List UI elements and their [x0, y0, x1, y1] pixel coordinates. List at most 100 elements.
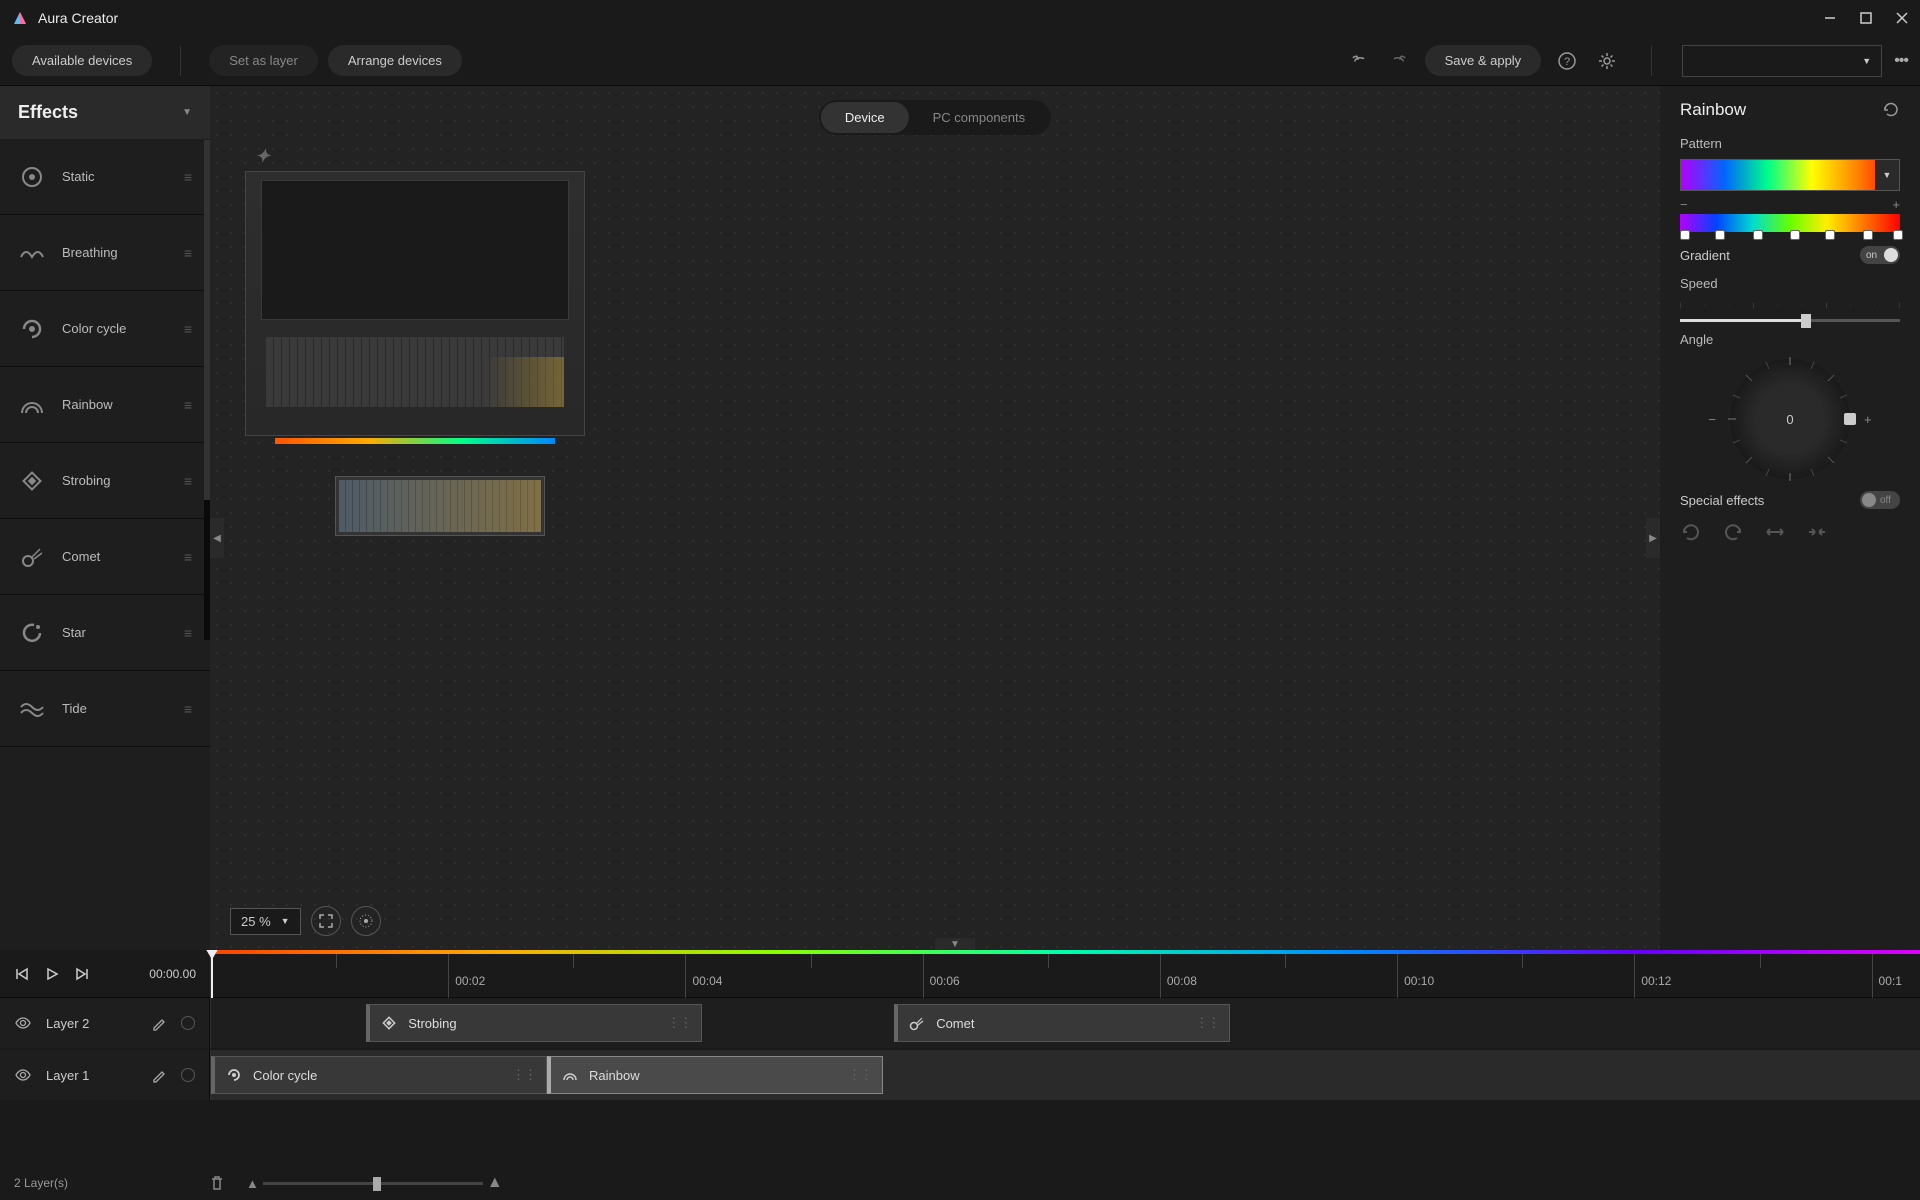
pattern-label: Pattern — [1680, 136, 1900, 151]
tab-device[interactable]: Device — [821, 102, 909, 133]
save-apply-button[interactable]: Save & apply — [1425, 45, 1542, 76]
effect-label: Color cycle — [62, 321, 184, 336]
pattern-select[interactable] — [1680, 159, 1900, 191]
gradient-editor[interactable] — [1680, 214, 1900, 232]
zoom-value: 25 % — [241, 914, 271, 929]
settings-icon[interactable] — [1593, 47, 1621, 75]
view-tabs: Device PC components — [819, 100, 1051, 135]
visibility-icon[interactable] — [14, 1066, 32, 1084]
zoom-in-icon[interactable]: ▲ — [487, 1174, 503, 1192]
effect-comet[interactable]: Comet ≡ — [0, 519, 210, 595]
effect-tide[interactable]: Tide ≡ — [0, 671, 210, 747]
layer-name: Layer 2 — [46, 1016, 137, 1031]
timeline-time: 00:00.00 — [149, 967, 196, 981]
color-cycle-icon — [18, 315, 46, 343]
clip-name: Rainbow — [589, 1068, 640, 1083]
speed-slider[interactable]: |··|··|··| — [1680, 319, 1900, 322]
arrange-devices-button[interactable]: Arrange devices — [328, 45, 462, 76]
collapse-bottom-icon[interactable]: ▼ — [935, 938, 975, 950]
help-icon[interactable]: ? — [1553, 47, 1581, 75]
plus-icon[interactable]: + — [1892, 197, 1900, 212]
angle-dial[interactable]: 0 — [1730, 359, 1850, 479]
more-options-icon[interactable]: ••• — [1894, 52, 1908, 70]
playhead[interactable] — [211, 950, 213, 998]
effect-label: Comet — [62, 549, 184, 564]
timeline-track: Layer 1Color cycle⋮⋮Rainbow⋮⋮ — [0, 1050, 1920, 1100]
effect-strobing[interactable]: Strobing ≡ — [0, 443, 210, 519]
collapse-left-icon[interactable]: ◀ — [210, 518, 224, 558]
close-icon[interactable] — [1896, 12, 1908, 24]
effect-label: Tide — [62, 701, 184, 716]
timeline-clip[interactable]: Comet⋮⋮ — [894, 1004, 1230, 1042]
layer-color-dot[interactable] — [181, 1016, 195, 1030]
canvas[interactable]: Device PC components ✦ ◀ ▶ ▼ 25 % — [210, 86, 1660, 950]
timeline-lane[interactable]: Color cycle⋮⋮ Rainbow ⋮⋮ — [210, 1050, 1920, 1100]
play-icon[interactable] — [44, 966, 60, 982]
expand-h-icon — [1764, 521, 1786, 543]
rotate-cw-icon — [1680, 521, 1702, 543]
gradient-toggle[interactable] — [1860, 246, 1900, 264]
drag-grip-icon: ≡ — [184, 473, 192, 489]
timeline: 00:00.00 00:0200:0400:0600:0800:1000:120… — [0, 950, 1920, 1200]
skip-end-icon[interactable] — [74, 966, 90, 982]
effect-label: Star — [62, 625, 184, 640]
effect-label: Strobing — [62, 473, 184, 488]
dial-handle[interactable] — [1844, 413, 1856, 425]
effect-rainbow[interactable]: Rainbow ≡ — [0, 367, 210, 443]
profile-dropdown[interactable] — [1682, 45, 1882, 77]
edit-layer-icon[interactable] — [151, 1067, 167, 1083]
comet-icon — [18, 543, 46, 571]
delete-layer-icon[interactable] — [208, 1174, 226, 1192]
device-laptop[interactable]: ✦ — [245, 146, 585, 436]
minus-icon[interactable]: − — [1680, 197, 1688, 212]
app-logo-icon — [12, 10, 28, 26]
minimize-icon[interactable] — [1824, 12, 1836, 24]
effects-title: Effects — [18, 102, 78, 123]
center-icon[interactable] — [351, 906, 381, 936]
edit-layer-icon[interactable] — [151, 1015, 167, 1031]
clip-name: Strobing — [408, 1016, 456, 1031]
angle-plus-icon[interactable]: + — [1864, 412, 1872, 427]
timeline-zoom-slider[interactable] — [263, 1182, 483, 1185]
timeline-ruler[interactable]: 00:0200:0400:0600:0800:1000:1200:1 — [210, 950, 1920, 998]
effect-label: Breathing — [62, 245, 184, 260]
skip-start-icon[interactable] — [14, 966, 30, 982]
clip-grip-icon[interactable]: ⋮⋮ — [512, 1067, 536, 1083]
drag-grip-icon: ≡ — [184, 245, 192, 261]
ruler-mark: 00:10 — [1404, 974, 1434, 988]
effect-color-cycle[interactable]: Color cycle ≡ — [0, 291, 210, 367]
redo-icon[interactable] — [1385, 47, 1413, 75]
timeline-track: Layer 2Strobing⋮⋮Comet⋮⋮ — [0, 998, 1920, 1048]
collapse-right-icon[interactable]: ▶ — [1646, 518, 1660, 558]
special-effects-toggle[interactable] — [1860, 491, 1900, 509]
timeline-clip[interactable]: Strobing ⋮⋮ — [366, 1004, 702, 1042]
visibility-icon[interactable] — [14, 1014, 32, 1032]
available-devices-button[interactable]: Available devices — [12, 45, 152, 76]
timeline-clip[interactable]: Rainbow ⋮⋮ — [547, 1056, 883, 1094]
tab-pc-components[interactable]: PC components — [909, 102, 1050, 133]
effect-static[interactable]: Static ≡ — [0, 139, 210, 215]
zoom-select[interactable]: 25 % — [230, 908, 301, 935]
effect-breathing[interactable]: Breathing ≡ — [0, 215, 210, 291]
timeline-clip[interactable]: Color cycle⋮⋮ — [211, 1056, 547, 1094]
rotate-ccw-icon — [1722, 521, 1744, 543]
fit-screen-icon[interactable] — [311, 906, 341, 936]
app-title: Aura Creator — [38, 10, 1824, 26]
clip-grip-icon[interactable]: ⋮⋮ — [1195, 1015, 1219, 1031]
angle-minus-icon[interactable]: − — [1708, 412, 1716, 427]
clip-grip-icon[interactable]: ⋮⋮ — [667, 1015, 691, 1031]
maximize-icon[interactable] — [1860, 12, 1872, 24]
ruler-mark: 00:06 — [930, 974, 960, 988]
undo-icon[interactable] — [1345, 47, 1373, 75]
ruler-mark: 00:1 — [1879, 974, 1902, 988]
zoom-out-icon[interactable]: ▲ — [246, 1176, 259, 1191]
clip-grip-icon[interactable]: ⋮⋮ — [848, 1067, 872, 1083]
timeline-lane[interactable]: Strobing⋮⋮Comet⋮⋮ — [210, 998, 1920, 1048]
effects-header[interactable]: Effects ▼ — [0, 86, 210, 139]
reset-icon[interactable] — [1882, 101, 1900, 119]
device-keyboard[interactable] — [335, 476, 545, 536]
effect-star[interactable]: Star ≡ — [0, 595, 210, 671]
layer-color-dot[interactable] — [181, 1068, 195, 1082]
effects-panel: Effects ▼ Static ≡ Breathing ≡ Color cyc… — [0, 86, 210, 950]
set-as-layer-button[interactable]: Set as layer — [209, 45, 318, 76]
